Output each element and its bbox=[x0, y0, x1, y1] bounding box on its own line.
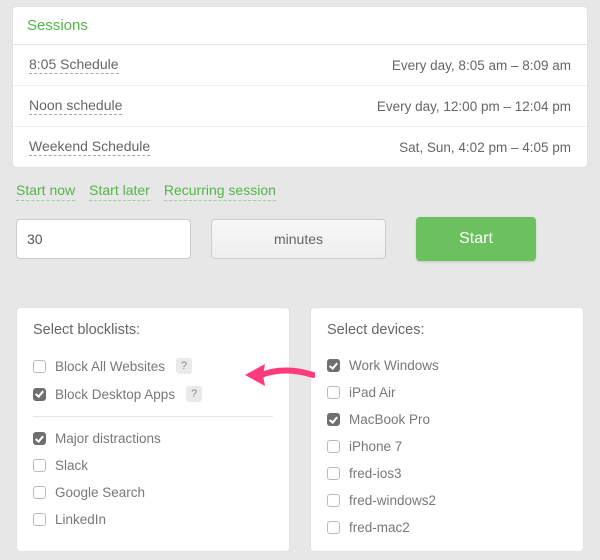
devices-title: Select devices: bbox=[327, 322, 567, 338]
blocklist-item[interactable]: Major distractions bbox=[33, 425, 273, 452]
checkbox-icon[interactable] bbox=[327, 386, 340, 399]
blocklists-card: Select blocklists: Block All Websites ? … bbox=[16, 307, 290, 552]
blocklist-label: Major distractions bbox=[55, 431, 161, 446]
blocklist-item[interactable]: Google Search bbox=[33, 479, 273, 506]
blocklist-label: Block All Websites bbox=[55, 359, 165, 374]
device-label: MacBook Pro bbox=[349, 412, 430, 427]
checkbox-icon[interactable] bbox=[327, 494, 340, 507]
device-item[interactable]: iPhone 7 bbox=[327, 433, 567, 460]
session-row[interactable]: Noon schedule Every day, 12:00 pm – 12:0… bbox=[13, 86, 587, 127]
session-name[interactable]: Noon schedule bbox=[29, 97, 122, 115]
blocklists-title: Select blocklists: bbox=[33, 322, 273, 338]
checkbox-icon[interactable] bbox=[327, 440, 340, 453]
checkbox-icon[interactable] bbox=[33, 360, 46, 373]
blocklist-label: LinkedIn bbox=[55, 512, 106, 527]
blocklist-option[interactable]: Block Desktop Apps ? bbox=[33, 380, 273, 408]
session-time: Sat, Sun, 4:02 pm – 4:05 pm bbox=[399, 140, 571, 155]
units-select[interactable]: minutes bbox=[211, 219, 386, 259]
tab-start-now[interactable]: Start now bbox=[16, 182, 75, 201]
checkbox-icon[interactable] bbox=[33, 459, 46, 472]
divider bbox=[33, 416, 273, 417]
blocklist-option[interactable]: Block All Websites ? bbox=[33, 352, 273, 380]
checkbox-icon[interactable] bbox=[327, 359, 340, 372]
device-item[interactable]: fred-ios3 bbox=[327, 460, 567, 487]
blocklist-item[interactable]: LinkedIn bbox=[33, 506, 273, 533]
device-label: iPhone 7 bbox=[349, 439, 402, 454]
device-item[interactable]: fred-windows2 bbox=[327, 487, 567, 514]
devices-card: Select devices: Work Windows iPad Air Ma… bbox=[310, 307, 584, 552]
session-time: Every day, 8:05 am – 8:09 am bbox=[392, 58, 571, 73]
start-tabs: Start now Start later Recurring session bbox=[16, 182, 584, 201]
session-row[interactable]: Weekend Schedule Sat, Sun, 4:02 pm – 4:0… bbox=[13, 127, 587, 167]
device-label: Work Windows bbox=[349, 358, 439, 373]
help-icon[interactable]: ? bbox=[176, 358, 192, 374]
blocklist-label: Slack bbox=[55, 458, 88, 473]
device-item[interactable]: iPad Air bbox=[327, 379, 567, 406]
device-item[interactable]: Work Windows bbox=[327, 352, 567, 379]
device-label: iPad Air bbox=[349, 385, 396, 400]
session-name[interactable]: Weekend Schedule bbox=[29, 138, 150, 156]
start-controls: Start now Start later Recurring session … bbox=[16, 182, 584, 261]
sessions-panel: Sessions 8:05 Schedule Every day, 8:05 a… bbox=[12, 6, 588, 168]
blocklist-label: Google Search bbox=[55, 485, 145, 500]
device-item[interactable]: MacBook Pro bbox=[327, 406, 567, 433]
checkbox-icon[interactable] bbox=[33, 486, 46, 499]
checkbox-icon[interactable] bbox=[33, 432, 46, 445]
blocklist-label: Block Desktop Apps bbox=[55, 387, 175, 402]
device-item[interactable]: fred-mac2 bbox=[327, 514, 567, 541]
session-time: Every day, 12:00 pm – 12:04 pm bbox=[377, 99, 571, 114]
session-name[interactable]: 8:05 Schedule bbox=[29, 56, 119, 74]
checkbox-icon[interactable] bbox=[327, 521, 340, 534]
start-button[interactable]: Start bbox=[416, 217, 536, 261]
sessions-title: Sessions bbox=[13, 7, 587, 45]
tab-recurring[interactable]: Recurring session bbox=[164, 182, 276, 201]
tab-start-later[interactable]: Start later bbox=[89, 182, 150, 201]
blocklist-item[interactable]: Slack bbox=[33, 452, 273, 479]
device-label: fred-mac2 bbox=[349, 520, 410, 535]
checkbox-icon[interactable] bbox=[327, 467, 340, 480]
session-row[interactable]: 8:05 Schedule Every day, 8:05 am – 8:09 … bbox=[13, 45, 587, 86]
duration-input[interactable] bbox=[16, 219, 191, 259]
checkbox-icon[interactable] bbox=[33, 513, 46, 526]
checkbox-icon[interactable] bbox=[327, 413, 340, 426]
device-label: fred-windows2 bbox=[349, 493, 436, 508]
checkbox-icon[interactable] bbox=[33, 388, 46, 401]
help-icon[interactable]: ? bbox=[186, 386, 202, 402]
device-label: fred-ios3 bbox=[349, 466, 402, 481]
